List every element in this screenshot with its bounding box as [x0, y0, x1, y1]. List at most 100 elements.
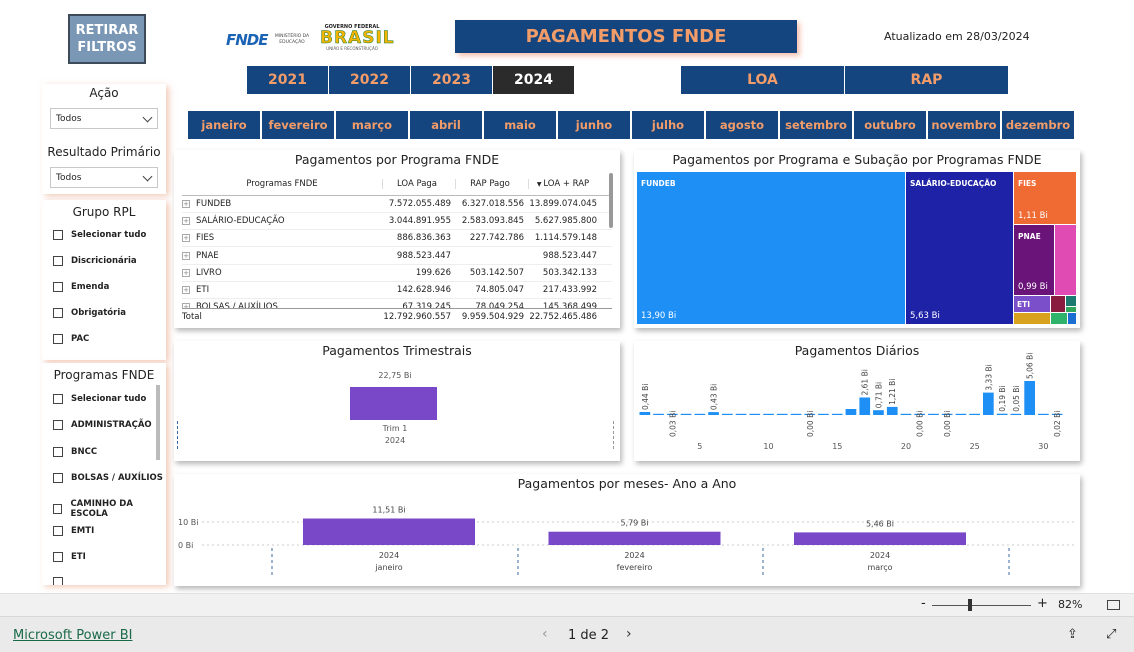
share-icon[interactable]: ⇪ [1067, 627, 1078, 642]
expand-plus-icon[interactable]: + [182, 217, 190, 226]
daily-bar[interactable] [653, 413, 664, 415]
grupo-rpl-option[interactable]: Emenda [53, 282, 109, 292]
type-button-rap[interactable]: RAP [845, 66, 1008, 94]
table-row[interactable]: + ETI 142.628.946 74.805.047 217.433.992 [182, 282, 612, 299]
type-button-loa[interactable]: LOA [681, 66, 844, 94]
month-button-1[interactable]: fevereiro [262, 111, 334, 139]
col-header-total[interactable]: ▼ LOA + RAP [528, 178, 601, 189]
table-row[interactable]: + FIES 886.836.363 227.742.786 1.114.579.148 [182, 230, 612, 248]
month-button-2[interactable]: março [336, 111, 408, 139]
expand-plus-icon[interactable]: + [182, 234, 190, 243]
reset-filters-button[interactable]: RETIRAR FILTROS [68, 14, 146, 64]
programas-scrollbar[interactable] [156, 385, 160, 460]
treemap-fundeb[interactable]: FUNDEB 13,90 Bi [637, 172, 905, 324]
col-header-programas[interactable]: Programas FNDE [182, 179, 382, 189]
daily-bar[interactable] [763, 413, 774, 415]
daily-bar[interactable] [722, 413, 733, 415]
year-button-2022[interactable]: 2022 [329, 66, 410, 94]
col-header-loa[interactable]: LOA Paga [382, 178, 455, 189]
daily-bar[interactable] [735, 413, 747, 415]
grupo-rpl-option[interactable]: PAC [53, 334, 89, 344]
treemap-small-3[interactable] [1066, 307, 1076, 312]
zoom-out-button[interactable]: - [921, 596, 926, 611]
month-button-5[interactable]: junho [558, 111, 630, 139]
treemap-pnae[interactable]: PNAE 0,99 Bi [1014, 225, 1054, 295]
daily-bar[interactable] [928, 413, 939, 415]
daily-bar[interactable] [983, 392, 994, 415]
table-row[interactable]: + SALÁRIO-EDUCAÇÃO 3.044.891.955 2.583.093.… [182, 213, 612, 231]
zoom-slider-track[interactable] [932, 605, 1031, 606]
fullscreen-icon[interactable]: ⤢ [1106, 627, 1116, 642]
acao-dropdown[interactable]: Todos [50, 108, 158, 129]
programas-partial-checkbox[interactable] [53, 577, 63, 585]
table-scrollbar[interactable] [609, 173, 613, 228]
programa-option[interactable]: ADMINISTRAÇÃO [53, 420, 152, 431]
treemap-small-1[interactable] [1051, 296, 1065, 312]
col-header-rap[interactable]: RAP Pago [455, 178, 528, 189]
expand-plus-icon[interactable]: + [182, 268, 190, 277]
treemap-small-6[interactable] [1068, 313, 1076, 324]
daily-bar[interactable] [831, 413, 843, 415]
month-button-11[interactable]: dezembro [1002, 111, 1074, 139]
treemap-eti[interactable]: ETI [1014, 296, 1050, 312]
grupo-rpl-option[interactable]: Selecionar tudo [53, 230, 146, 240]
daily-bar[interactable] [680, 413, 692, 415]
fit-page-icon[interactable] [1107, 600, 1120, 610]
monthly-bar[interactable] [303, 518, 475, 546]
programa-option[interactable]: BNCC [53, 446, 97, 457]
prev-page-icon[interactable]: ‹ [542, 626, 548, 642]
next-page-icon[interactable]: › [626, 626, 632, 642]
programa-option[interactable]: CAMINHO DA ESCOLA [53, 499, 166, 519]
daily-bar[interactable] [955, 413, 967, 415]
treemap-salario[interactable]: SALÁRIO-EDUCAÇÃO 5,63 Bi [906, 172, 1013, 324]
daily-bar[interactable] [996, 413, 1008, 415]
daily-bar[interactable] [859, 397, 871, 416]
grupo-rpl-option[interactable]: Discricionária [53, 256, 137, 266]
daily-bar[interactable] [776, 413, 788, 415]
monthly-bar[interactable] [794, 532, 966, 545]
daily-bar[interactable] [845, 409, 857, 415]
zoom-slider-thumb[interactable] [968, 599, 972, 611]
year-button-2023[interactable]: 2023 [411, 66, 492, 94]
table-row[interactable]: + LIVRO 199.626 503.142.507 503.342.133 [182, 265, 612, 282]
month-button-6[interactable]: julho [632, 111, 704, 139]
daily-bar[interactable] [749, 413, 761, 415]
quarterly-bar[interactable] [350, 387, 437, 420]
treemap-small-5[interactable] [1051, 313, 1067, 324]
expand-plus-icon[interactable]: + [182, 251, 190, 260]
daily-bar[interactable] [1010, 413, 1022, 415]
programa-option[interactable]: ETI [53, 551, 86, 562]
treemap-small-2[interactable] [1066, 296, 1076, 306]
month-button-10[interactable]: novembro [928, 111, 1000, 139]
programa-option[interactable]: Selecionar tudo [53, 394, 146, 404]
daily-bar[interactable] [818, 413, 829, 415]
grupo-rpl-option[interactable]: Obrigatória [53, 308, 126, 318]
daily-bar[interactable] [1038, 413, 1049, 415]
treemap-small-4[interactable] [1014, 313, 1050, 324]
daily-bar[interactable] [708, 412, 719, 415]
resultado-dropdown[interactable]: Todos [50, 167, 158, 188]
daily-bar[interactable] [639, 412, 651, 415]
year-button-2024[interactable]: 2024 [493, 66, 574, 94]
powerbi-link[interactable]: Microsoft Power BI [13, 628, 132, 643]
expand-plus-icon[interactable]: + [182, 200, 190, 208]
zoom-in-button[interactable]: + [1037, 596, 1048, 611]
expand-plus-icon[interactable]: + [182, 286, 190, 294]
year-button-2021[interactable]: 2021 [247, 66, 328, 94]
treemap-livro[interactable] [1055, 225, 1076, 295]
table-row[interactable]: + BOLSAS / AUXÍLIOS 67.319.245 78.049.254 14… [182, 299, 612, 308]
month-button-4[interactable]: maio [484, 111, 556, 139]
month-button-3[interactable]: abril [410, 111, 482, 139]
daily-bar[interactable] [886, 406, 898, 415]
month-button-9[interactable]: outubro [854, 111, 926, 139]
programa-option[interactable]: EMTI [53, 525, 94, 536]
month-button-0[interactable]: janeiro [188, 111, 260, 139]
daily-bar[interactable] [790, 413, 802, 415]
month-button-8[interactable]: setembro [780, 111, 852, 139]
table-row[interactable]: + PNAE 988.523.447 988.523.447 [182, 248, 612, 265]
daily-bar[interactable] [694, 413, 706, 415]
daily-bar[interactable] [969, 413, 980, 415]
table-row[interactable]: + FUNDEB 7.572.055.489 6.327.018.556 13.899.… [182, 196, 612, 213]
programa-option[interactable]: BOLSAS / AUXÍLIOS [53, 472, 163, 483]
monthly-bar[interactable] [548, 531, 721, 545]
